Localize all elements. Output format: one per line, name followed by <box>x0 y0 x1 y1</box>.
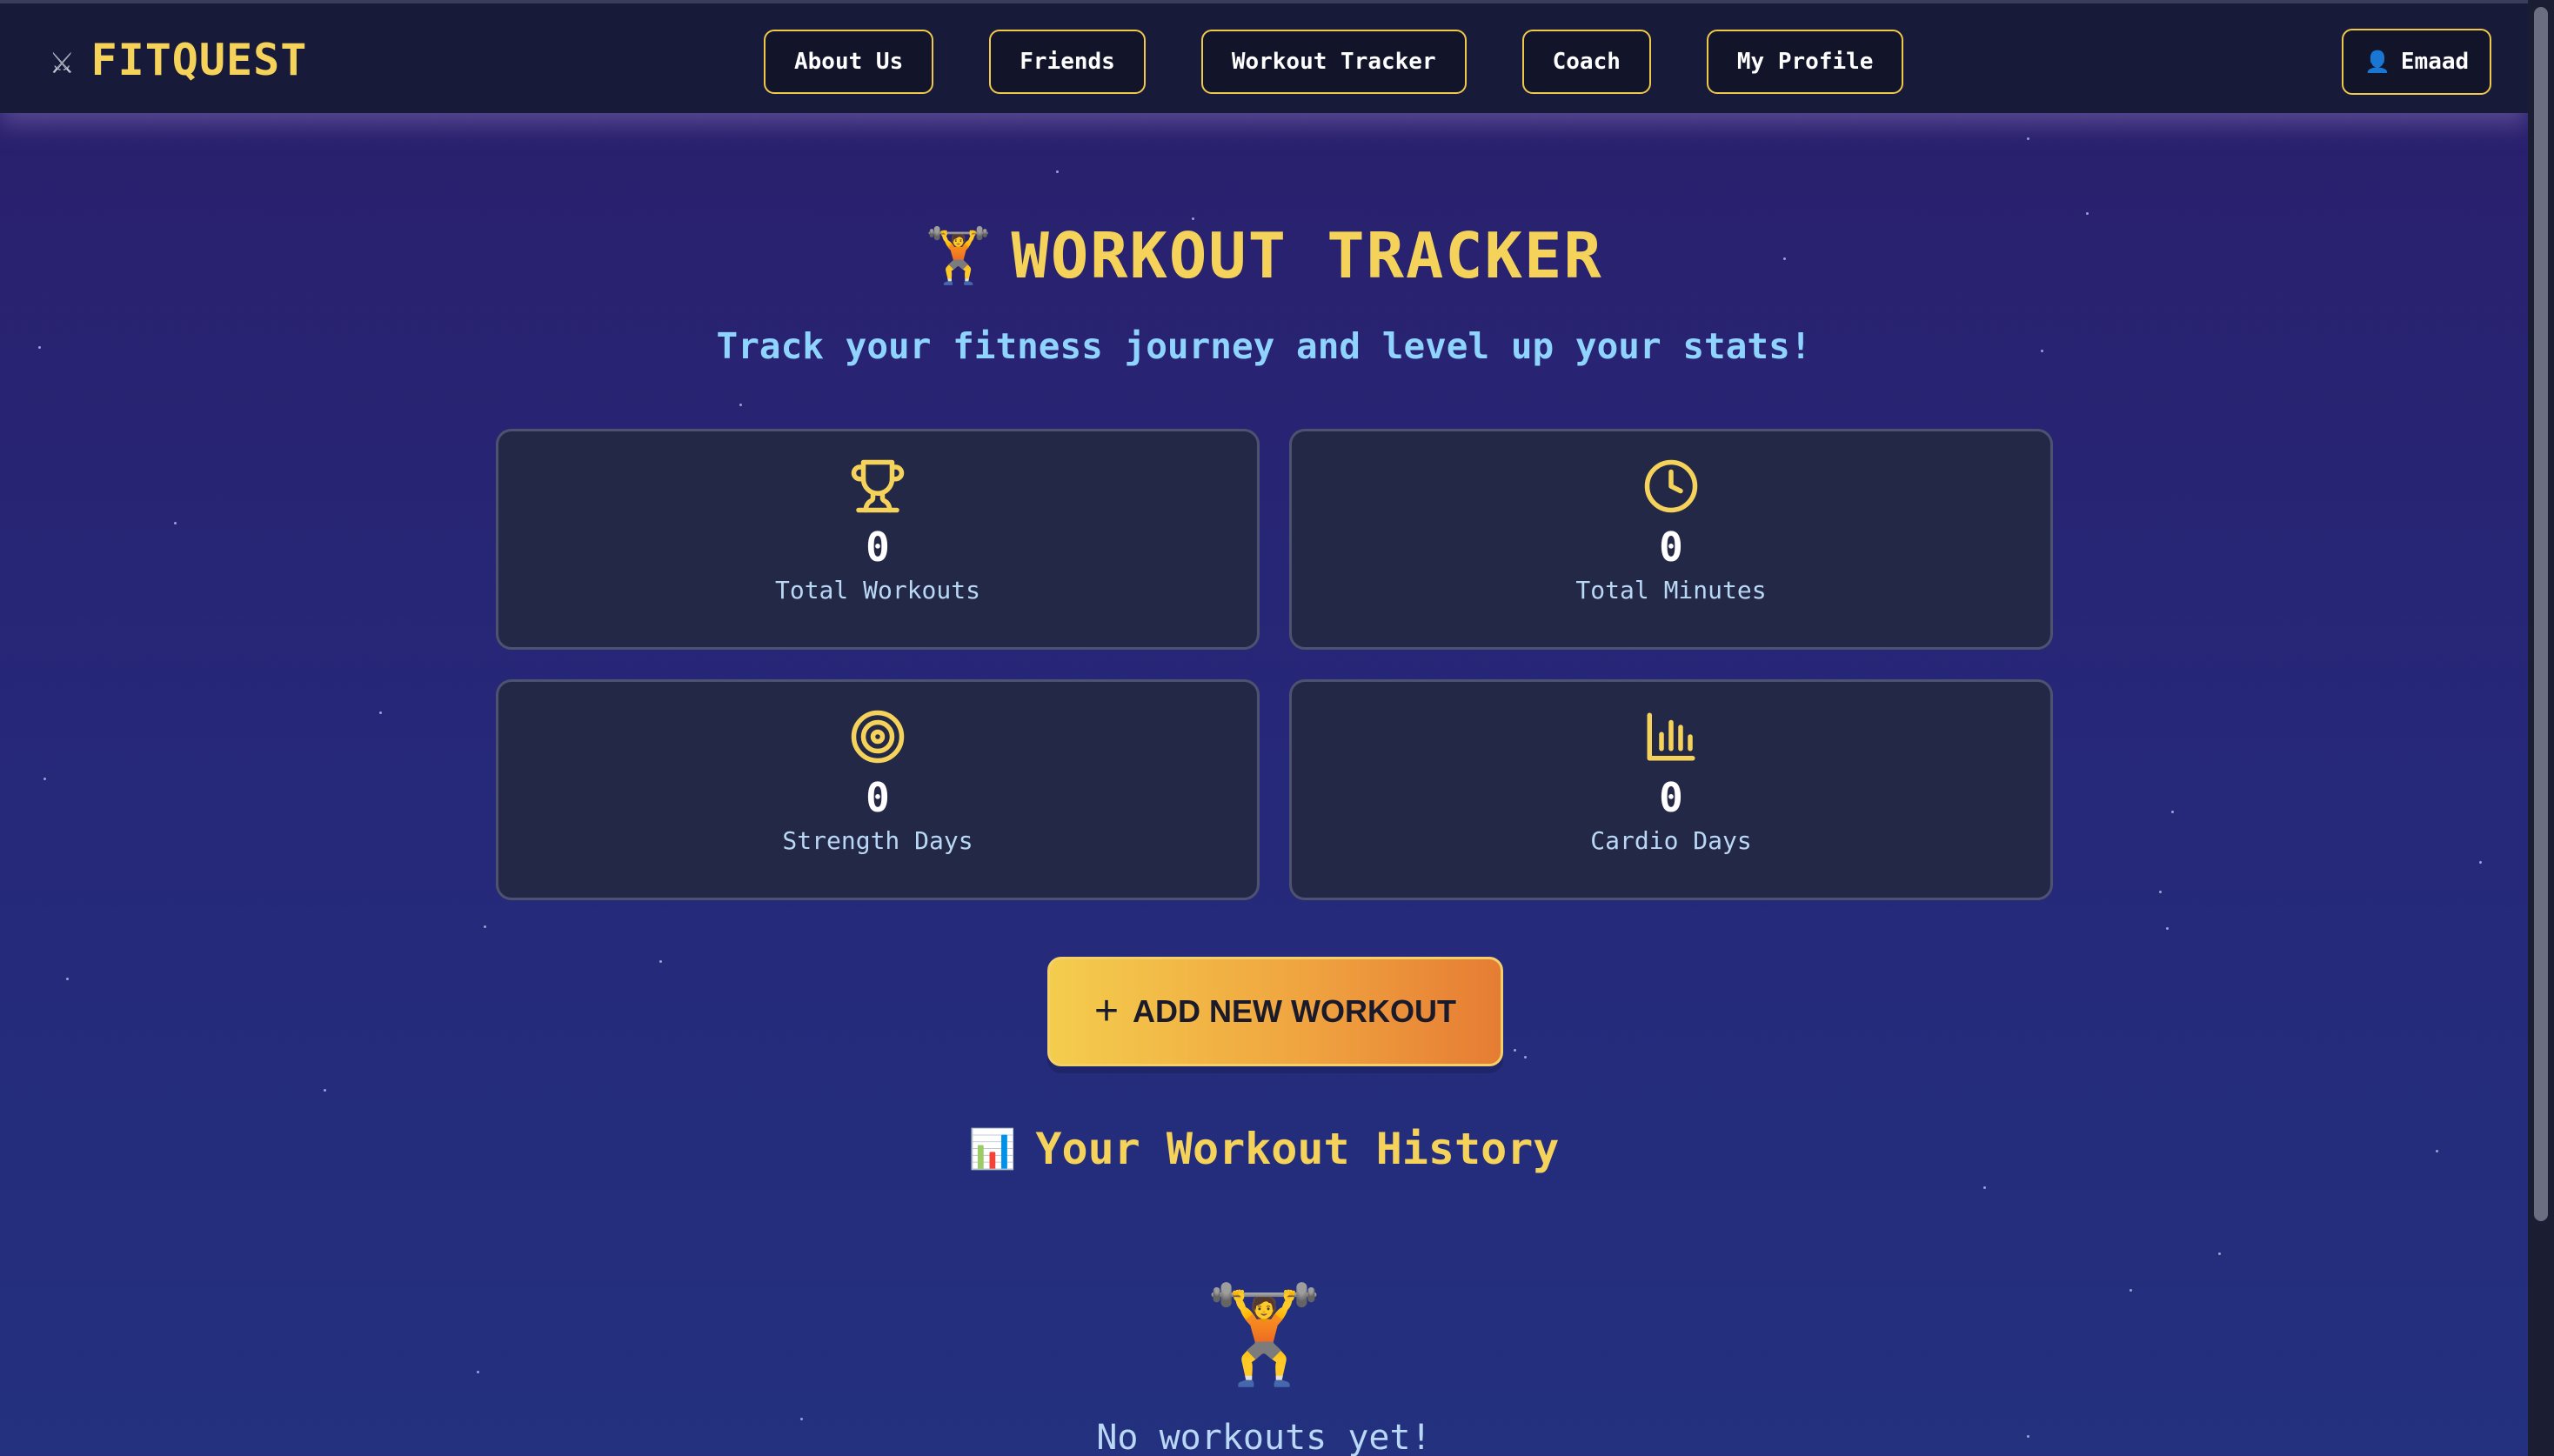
stat-card-total-minutes: 0 Total Minutes <box>1289 429 2053 650</box>
nav-my-profile[interactable]: My Profile <box>1706 30 1904 94</box>
bar-chart-icon <box>1647 712 1695 761</box>
user-icon: 👤 <box>2364 50 2390 74</box>
workout-history-title: Your Workout History <box>1035 1124 1560 1174</box>
page-subtitle: Track your fitness journey and level up … <box>716 325 1812 367</box>
page-title: WORKOUT TRACKER <box>1011 219 1603 292</box>
stat-value: 0 <box>866 774 890 821</box>
plus-icon: + <box>1094 988 1120 1034</box>
clock-icon <box>1644 459 1698 513</box>
stat-card-strength-days: 0 Strength Days <box>496 679 1260 900</box>
brand-logo[interactable]: ⚔ FITQUEST <box>50 35 307 85</box>
crossed-swords-icon: ⚔ <box>50 37 74 83</box>
stat-card-total-workouts: 0 Total Workouts <box>496 429 1260 650</box>
stat-value: 0 <box>1659 774 1683 821</box>
weightlifter-icon: 🏋️ <box>925 224 993 287</box>
stat-value: 0 <box>866 524 890 571</box>
page-header: 🏋️ WORKOUT TRACKER <box>0 219 2528 292</box>
empty-state-weightlifter-icon: 🏋️ <box>1204 1279 1324 1390</box>
nav-workout-tracker[interactable]: Workout Tracker <box>1200 30 1467 94</box>
stat-label: Strength Days <box>782 826 973 855</box>
stat-card-cardio-days: 0 Cardio Days <box>1289 679 2053 900</box>
nav-friends[interactable]: Friends <box>989 30 1146 94</box>
scrollbar-thumb[interactable] <box>2534 7 2548 1221</box>
stat-label: Total Minutes <box>1575 576 1767 604</box>
nav-links: About Us Friends Workout Tracker Coach M… <box>764 30 1904 94</box>
add-new-workout-label: ADD NEW WORKOUT <box>1133 993 1456 1029</box>
stats-grid: 0 Total Workouts 0 Total Minutes 0 Stren… <box>496 429 2053 900</box>
trophy-icon <box>851 459 905 513</box>
user-name: Emaad <box>2400 49 2470 75</box>
nav-coach[interactable]: Coach <box>1521 30 1651 94</box>
empty-state-text: No workouts yet! <box>1096 1418 1432 1456</box>
add-new-workout-button[interactable]: + ADD NEW WORKOUT <box>1047 957 1503 1066</box>
target-icon <box>851 710 905 764</box>
stat-value: 0 <box>1659 524 1683 571</box>
top-navbar: ⚔ FITQUEST About Us Friends Workout Trac… <box>0 0 2528 113</box>
user-menu-button[interactable]: 👤 Emaad <box>2342 29 2492 95</box>
stat-label: Total Workouts <box>774 576 980 604</box>
workout-history-header: 📊 Your Workout History <box>0 1124 2528 1174</box>
chart-emoji-icon: 📊 <box>968 1127 1017 1172</box>
nav-about-us[interactable]: About Us <box>764 30 934 94</box>
stat-label: Cardio Days <box>1590 826 1752 855</box>
brand-name: FITQUEST <box>90 35 308 85</box>
page-scrollbar[interactable] <box>2528 0 2554 1456</box>
